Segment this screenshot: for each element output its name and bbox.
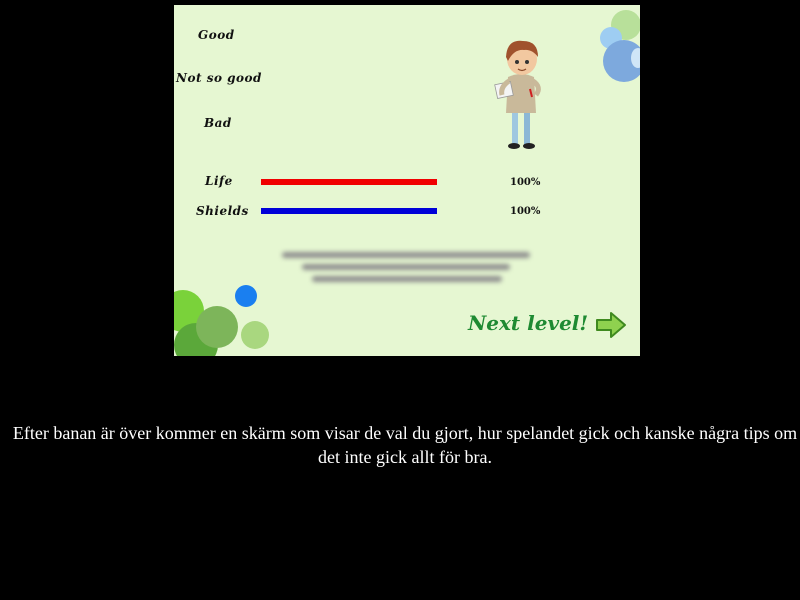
- category-bad-label: Bad: [204, 116, 232, 130]
- right-arrow-icon[interactable]: [595, 310, 627, 340]
- decor-circle: [631, 48, 640, 68]
- shields-percent: 100%: [510, 206, 541, 217]
- life-percent: 100%: [510, 177, 541, 188]
- tips-line: [282, 252, 530, 258]
- shields-label: Shields: [196, 204, 249, 218]
- decor-circle: [196, 306, 238, 348]
- tips-line: [302, 264, 510, 270]
- caption-text: Efter banan är över kommer en skärm som …: [12, 423, 798, 467]
- life-bar: [261, 179, 437, 185]
- shields-bar: [261, 208, 437, 214]
- tips-line: [312, 276, 502, 282]
- decor-circle: [241, 321, 269, 349]
- game-screen: Good Not so good Bad Life 100% Shields 1…: [174, 5, 640, 356]
- next-level-button[interactable]: Next level!: [468, 311, 588, 335]
- life-label: Life: [205, 174, 233, 188]
- decor-circle: [235, 285, 257, 307]
- category-not-so-good-label: Not so good: [176, 71, 262, 85]
- boy-with-notepad-icon: [494, 40, 541, 149]
- category-good-label: Good: [198, 28, 235, 42]
